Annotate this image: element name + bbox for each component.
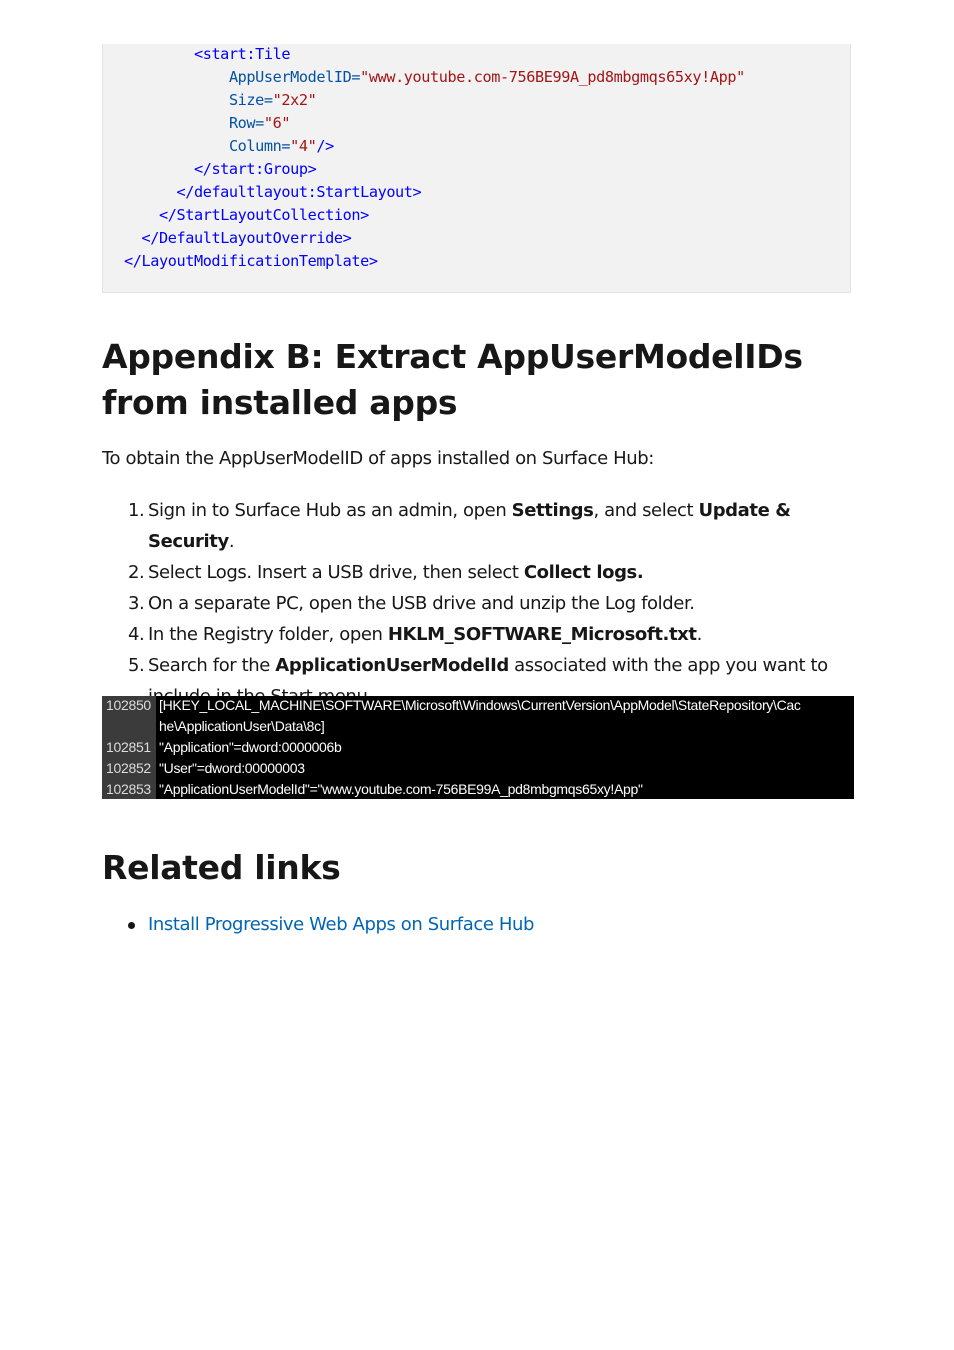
- step-number: 5.: [128, 655, 145, 676]
- code-line: Row="6": [124, 112, 291, 135]
- code-tag: </defaultlayout:StartLayout>: [176, 183, 422, 201]
- code-line: Size="2x2": [124, 89, 317, 112]
- code-attribute: Row=: [228, 114, 264, 132]
- code-tag: </StartLayoutCollection>: [158, 206, 369, 224]
- registry-row: 102853 "ApplicationUserModelId"="www.yout…: [102, 779, 854, 800]
- code-line: </StartLayoutCollection>: [124, 204, 369, 227]
- code-attribute: Size=: [228, 91, 273, 109]
- step-item: 3. On a separate PC, open the USB drive a…: [102, 588, 862, 619]
- code-value: "2x2": [272, 91, 317, 109]
- registry-row: 102851 "Application"=dword:0000006b: [102, 737, 854, 758]
- ui-term: Collect logs.: [523, 562, 644, 583]
- step-number: 3.: [128, 593, 145, 614]
- bullet-icon: [128, 922, 135, 929]
- ui-term: Update & Security: [148, 500, 791, 552]
- step-item: 4. In the Registry folder, open HKLM_SOFT…: [102, 619, 862, 650]
- step-item: 2. Select Logs. Insert a USB drive, then …: [102, 557, 862, 588]
- steps-list: 1. Sign in to Surface Hub as an admin, op…: [102, 495, 862, 712]
- registry-screenshot: 102850 [HKEY_LOCAL_MACHINE\SOFTWARE\Micro…: [102, 696, 854, 799]
- code-line: <start:Tile: [124, 43, 291, 66]
- code-tag: </DefaultLayoutOverride>: [141, 229, 352, 247]
- step-number: 2.: [128, 562, 145, 583]
- code-tag: </LayoutModificationTemplate>: [124, 252, 378, 270]
- code-value: "4": [290, 137, 317, 155]
- code-line: </defaultlayout:StartLayout>: [124, 181, 421, 204]
- code-line: </DefaultLayoutOverride>: [124, 227, 352, 250]
- registry-line-text: [HKEY_LOCAL_MACHINE\SOFTWARE\Microsoft\W…: [159, 697, 801, 713]
- registry-row: 102852 "User"=dword:00000003: [102, 758, 854, 779]
- appendix-b-heading: Appendix B: Extract AppUserModelIDs from…: [102, 337, 803, 422]
- code-line: AppUserModelID="www.youtube.com-756BE99A…: [124, 66, 745, 89]
- code-value: "www.youtube.com-756BE99A_pd8mbgmqs65xy!…: [360, 68, 745, 86]
- code-block: <start:Tile AppUserModelID="www.youtube.…: [102, 44, 851, 293]
- code-line: Column="4"/>: [124, 135, 334, 158]
- registry-row: he\ApplicationUser\Data\8c]: [102, 716, 854, 737]
- ui-term: Settings: [511, 500, 594, 521]
- code-attribute: AppUserModelID=: [228, 68, 361, 86]
- registry-line-number: 102850: [106, 697, 151, 713]
- code-tag: />: [316, 137, 334, 155]
- code-line: </LayoutModificationTemplate>: [124, 250, 378, 273]
- registry-line-text: "ApplicationUserModelId"="www.youtube.co…: [159, 781, 643, 797]
- step-number: 4.: [128, 624, 145, 645]
- appendix-intro: To obtain the AppUserModelID of apps ins…: [102, 448, 654, 469]
- registry-line-number: 102852: [106, 760, 151, 776]
- ui-term: ApplicationUserModelId: [275, 655, 509, 676]
- related-links-heading: Related links: [102, 848, 341, 887]
- related-link[interactable]: Install Progressive Web Apps on Surface …: [148, 914, 534, 935]
- code-tag: <start:Tile: [193, 45, 291, 63]
- registry-row: 102850 [HKEY_LOCAL_MACHINE\SOFTWARE\Micro…: [102, 695, 854, 716]
- registry-line-text: "Application"=dword:0000006b: [159, 739, 342, 755]
- step-number: 1.: [128, 500, 145, 521]
- ui-term: HKLM_SOFTWARE_Microsoft.txt: [387, 624, 697, 645]
- registry-line-number: 102853: [106, 781, 151, 797]
- registry-line-text: "User"=dword:00000003: [159, 760, 305, 776]
- related-links-list: Install Progressive Web Apps on Surface …: [102, 910, 534, 940]
- registry-line-number: 102851: [106, 739, 151, 755]
- code-value: "6": [263, 114, 291, 132]
- code-tag: </start:Group>: [193, 160, 317, 178]
- code-attribute: Column=: [228, 137, 291, 155]
- code-line: </start:Group>: [124, 158, 317, 181]
- registry-line-text: he\ApplicationUser\Data\8c]: [159, 718, 325, 734]
- related-link-item: Install Progressive Web Apps on Surface …: [102, 910, 534, 940]
- step-item: 1. Sign in to Surface Hub as an admin, op…: [102, 495, 862, 557]
